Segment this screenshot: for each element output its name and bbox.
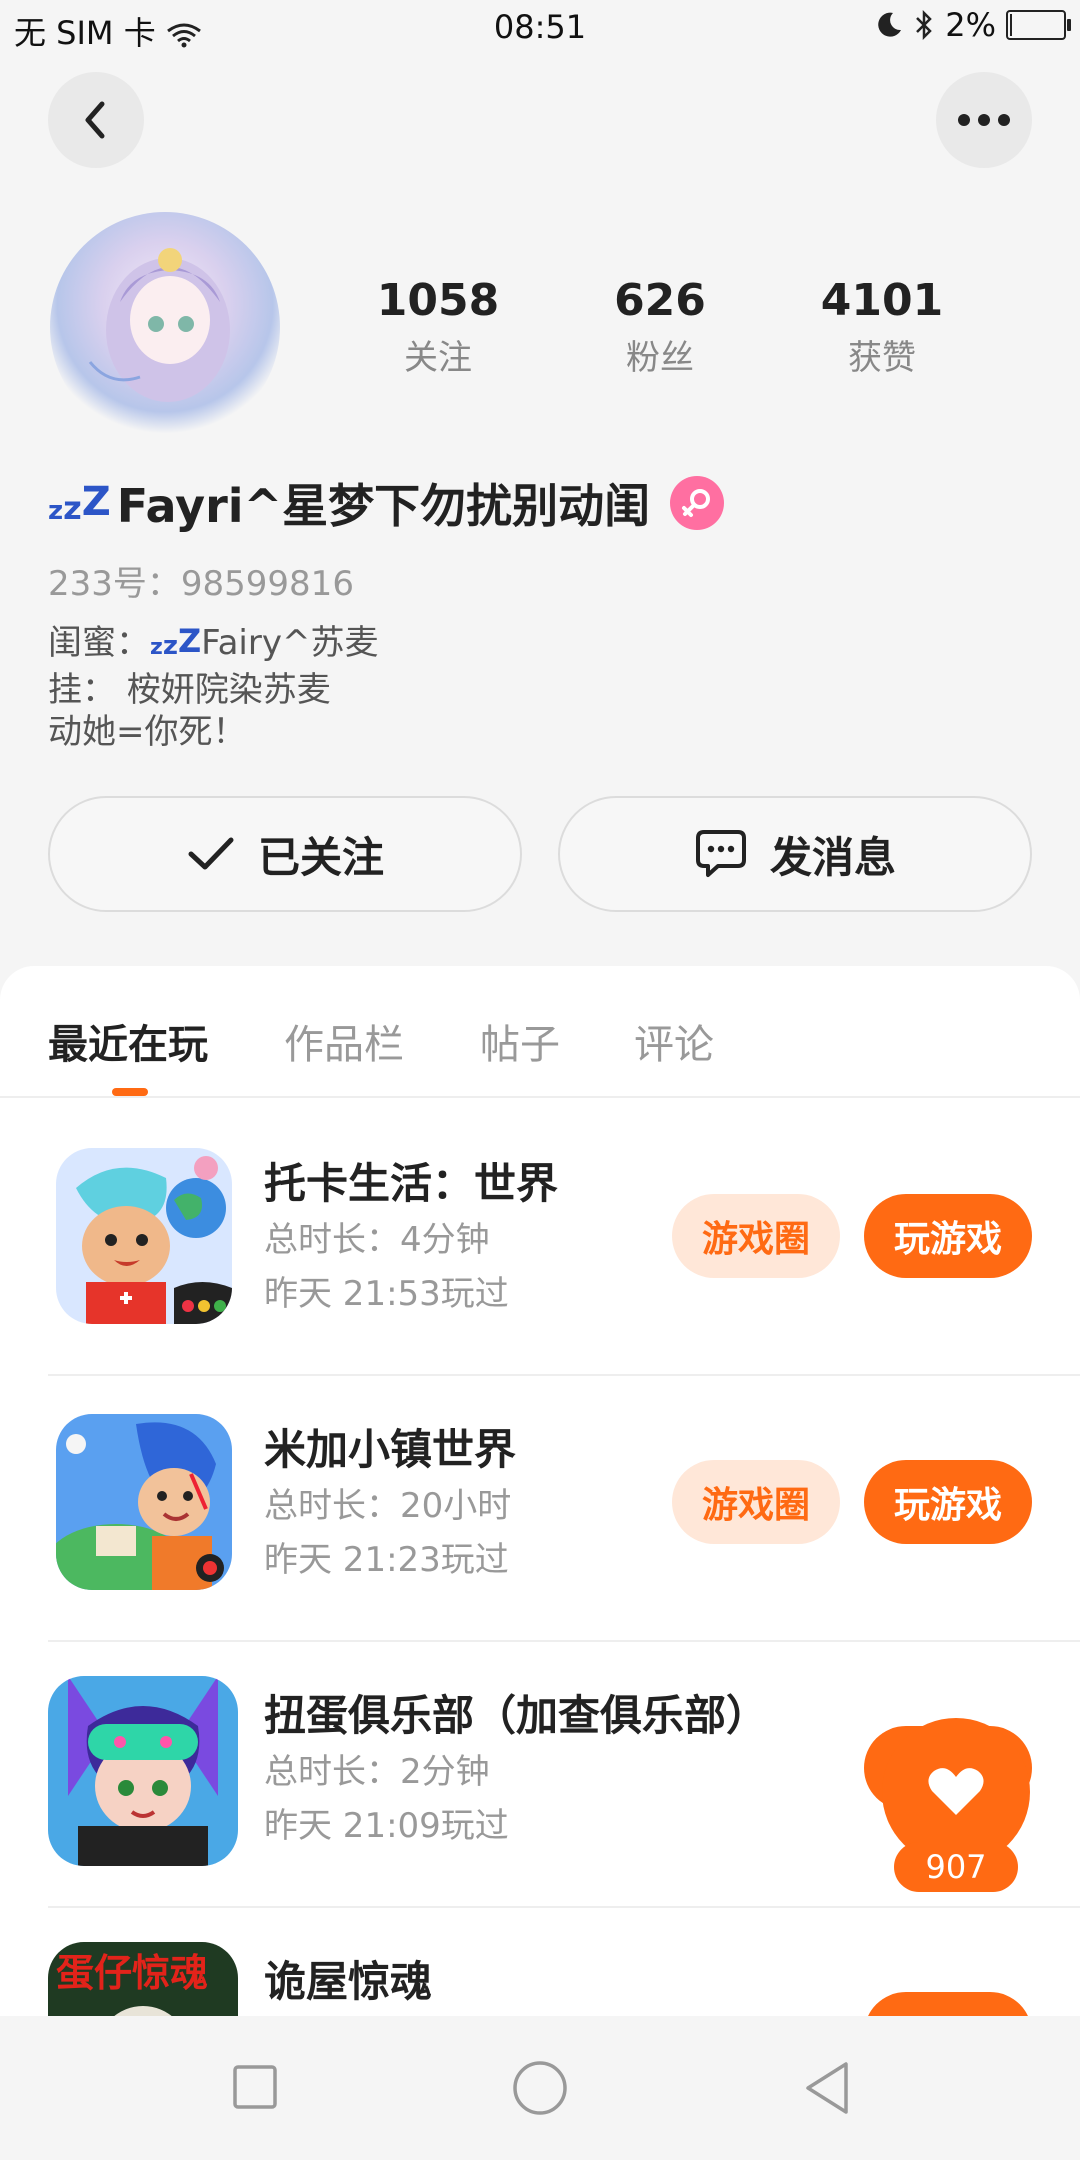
avatar-illustration [88, 248, 230, 402]
system-nav-bar [0, 2016, 1080, 2160]
game-name: 托卡生活：世界 [264, 1159, 559, 1208]
battery-percent: 2% [945, 6, 996, 44]
moon-icon [878, 12, 902, 37]
zzz-prefix: zzZ [48, 479, 111, 527]
female-gender-icon [670, 476, 725, 530]
game-last-played: 昨天 21:53玩过 [264, 1274, 509, 1314]
play-game-button[interactable] [864, 1992, 1032, 2016]
game-icon-toca-life [56, 1148, 232, 1324]
list-item[interactable]: 米加小镇世界 总时长：20小时 昨天 21:23玩过 游戏圈 玩游戏 [0, 1364, 1080, 1630]
game-icon-miga-town [56, 1414, 232, 1590]
bluetooth-icon [916, 10, 933, 40]
game-name: 米加小镇世界 [264, 1425, 517, 1474]
like-count: 907 [894, 1842, 1018, 1892]
stat-value: 4101 [820, 275, 944, 326]
back-nav-icon[interactable] [802, 2060, 852, 2116]
stat-label: 粉丝 [626, 338, 694, 378]
nickname: zzZ Fayri^星梦下勿扰别动闺 [48, 470, 725, 536]
game-last-played: 昨天 21:23玩过 [264, 1540, 509, 1580]
game-total-duration: 总时长：20小时 [264, 1486, 512, 1526]
stat-value: 1058 [376, 275, 500, 326]
game-circle-button[interactable]: 游戏圈 [672, 1194, 840, 1278]
game-icon-haunted-house: 蛋仔惊魂 [48, 1942, 238, 2016]
bio-line: 闺蜜：zzZFairy^苏麦 [48, 622, 379, 663]
zzz-prefix: zzZ [150, 622, 202, 661]
play-game-button[interactable]: 玩游戏 [864, 1460, 1032, 1544]
stat-following[interactable]: 1058 关注 [338, 275, 538, 379]
stat-likes[interactable]: 4101 获赞 [782, 275, 982, 379]
bio-line: 挂： 桉妍院染苏麦 [48, 670, 331, 710]
status-bar: 无 SIM 卡 08:51 2% [0, 0, 1080, 56]
list-item[interactable]: 蛋仔惊魂 诡屋惊魂 [0, 1896, 1080, 2016]
avatar[interactable] [50, 212, 280, 442]
send-message-label: 发消息 [769, 832, 896, 882]
game-icon-text: 蛋仔惊魂 [56, 1951, 209, 1995]
tab-works[interactable]: 作品栏 [284, 1012, 404, 1070]
more-dots-icon [958, 114, 1010, 126]
check-icon [188, 837, 234, 870]
game-icon-gacha-club [48, 1676, 238, 1866]
game-total-duration: 总时长：4分钟 [264, 1220, 490, 1260]
stat-value: 626 [614, 275, 706, 326]
game-name: 诡屋惊魂 [264, 1957, 433, 2006]
followed-button[interactable]: 已关注 [48, 796, 522, 912]
tab-comments[interactable]: 评论 [634, 1012, 714, 1070]
tab-posts[interactable]: 帖子 [480, 1012, 560, 1070]
send-message-button[interactable]: 发消息 [558, 796, 1032, 912]
user-id: 233号：98599816 [48, 564, 354, 604]
list-item[interactable]: 托卡生活：世界 总时长：4分钟 昨天 21:53玩过 游戏圈 玩游戏 [0, 1098, 1080, 1364]
chat-bubble-icon [695, 830, 746, 877]
tab-recently-played[interactable]: 最近在玩 [48, 1012, 208, 1070]
battery-icon [1006, 10, 1071, 40]
home-icon[interactable] [512, 2060, 568, 2116]
tab-bar: 最近在玩 作品栏 帖子 评论 [0, 966, 1080, 1098]
nickname-text: Fayri^星梦下勿扰别动闺 [116, 479, 651, 533]
chevron-left-icon [85, 101, 105, 139]
game-circle-button[interactable]: 游戏圈 [672, 1460, 840, 1544]
bio: 闺蜜：zzZFairy^苏麦 挂： 桉妍院染苏麦 动她=你死！ [48, 620, 378, 753]
game-total-duration: 总时长：2分钟 [264, 1752, 490, 1792]
game-name: 扭蛋俱乐部（加查俱乐部） [264, 1691, 769, 1740]
more-button[interactable] [936, 72, 1032, 168]
back-button[interactable] [48, 72, 144, 168]
play-game-button[interactable]: 玩游戏 [864, 1194, 1032, 1278]
stat-fans[interactable]: 626 粉丝 [560, 275, 760, 379]
tab-indicator [112, 1088, 148, 1096]
followed-label: 已关注 [257, 832, 384, 882]
recent-apps-icon[interactable] [232, 2064, 278, 2110]
stat-label: 获赞 [848, 338, 916, 378]
heart-icon [928, 1768, 984, 1815]
game-last-played: 昨天 21:09玩过 [264, 1806, 509, 1846]
bio-line: 动她=你死！ [48, 712, 247, 752]
stat-label: 关注 [404, 338, 472, 378]
